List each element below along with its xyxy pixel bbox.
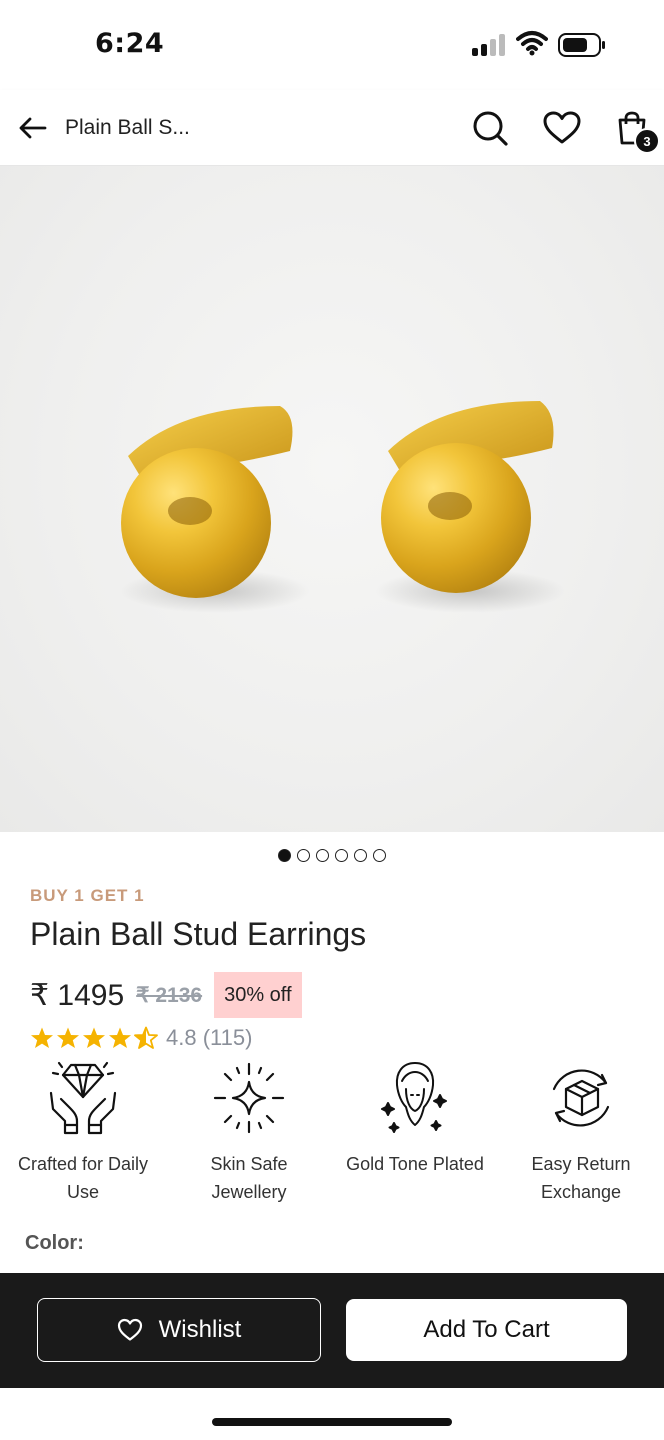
header-wishlist-button[interactable] (542, 108, 582, 148)
home-indicator[interactable] (212, 1418, 452, 1426)
sparkle-icon (209, 1058, 289, 1138)
woman-sparkles-icon (375, 1058, 455, 1138)
search-icon (473, 111, 508, 146)
arrow-left-icon (19, 117, 47, 139)
original-price: ₹ 2136 (136, 983, 203, 1007)
wishlist-label: Wishlist (158, 1316, 242, 1343)
heart-icon (117, 1318, 142, 1341)
carousel-dot[interactable] (335, 849, 348, 862)
carousel-dot[interactable] (297, 849, 310, 862)
back-button[interactable] (14, 110, 50, 146)
feature-item: Skin Safe Jewellery (166, 1058, 332, 1206)
cart-button[interactable]: 3 (612, 108, 660, 154)
app-header: Plain Ball S... 3 (0, 90, 664, 166)
feature-label: Crafted for Daily Use (17, 1154, 149, 1202)
feature-label: Easy Return Exchange (531, 1154, 631, 1202)
heart-icon (543, 111, 581, 144)
feature-item: Crafted for Daily Use (0, 1058, 166, 1206)
promo-label: BUY 1 GET 1 (30, 886, 145, 905)
color-label: Color: (25, 1232, 84, 1254)
wifi-icon (516, 30, 548, 56)
rating-row[interactable]: 4.8 (115) (30, 1022, 252, 1054)
carousel-dot[interactable] (316, 849, 329, 862)
carousel-dot[interactable] (354, 849, 367, 862)
sale-price: ₹ 1495 (30, 978, 125, 1012)
page-title: Plain Ball S... (65, 116, 190, 139)
feature-item: Easy Return Exchange (498, 1058, 664, 1206)
product-image[interactable] (0, 166, 664, 832)
feature-label: Skin Safe Jewellery (210, 1154, 288, 1202)
status-time: 6:24 (95, 28, 165, 59)
cart-count-badge: 3 (634, 128, 660, 154)
add-to-cart-label: Add To Cart (423, 1316, 550, 1343)
search-button[interactable] (470, 108, 510, 148)
diamond-hands-icon (43, 1058, 123, 1138)
price-row: ₹ 1495 ₹ 2136 30% off (30, 972, 302, 1018)
star-icon (83, 1027, 105, 1048)
feature-list: Crafted for Daily Use Skin Safe Jeweller… (0, 1058, 664, 1206)
carousel-dot[interactable] (278, 849, 291, 862)
status-bar: 6:24 (0, 0, 664, 90)
bottom-action-bar: Wishlist Add To Cart (0, 1273, 664, 1388)
feature-item: Gold Tone Plated (332, 1058, 498, 1206)
star-icon (31, 1027, 53, 1048)
star-icon (57, 1027, 79, 1048)
star-rating (30, 1026, 158, 1050)
wishlist-button[interactable]: Wishlist (37, 1298, 321, 1362)
half-star-icon (134, 1026, 158, 1049)
box-return-icon (541, 1058, 621, 1138)
product-title: Plain Ball Stud Earrings (30, 916, 367, 952)
feature-label: Gold Tone Plated (346, 1154, 484, 1174)
discount-badge: 30% off (214, 972, 302, 1018)
add-to-cart-button[interactable]: Add To Cart (346, 1299, 627, 1361)
cellular-signal-icon (472, 34, 506, 56)
carousel-dots (0, 849, 664, 862)
battery-icon (558, 33, 606, 57)
rating-text: 4.8 (115) (166, 1025, 253, 1050)
star-icon (109, 1027, 131, 1048)
carousel-dot[interactable] (373, 849, 386, 862)
gold-ball-stud-earrings-image (120, 401, 565, 613)
